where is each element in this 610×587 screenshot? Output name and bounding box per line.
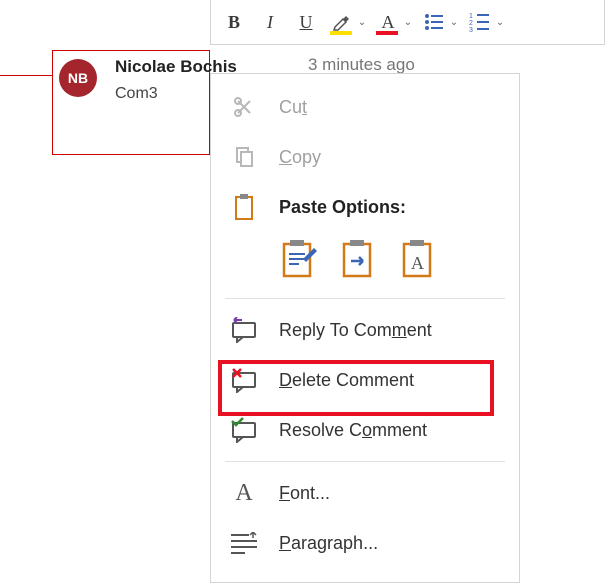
paste-keep-formatting[interactable] <box>277 236 321 282</box>
highlight-dropdown[interactable]: ⌄ <box>357 7 367 37</box>
menu-cut: Cut <box>211 82 519 132</box>
menu-separator <box>225 461 505 462</box>
menu-paragraph-label: Paragraph... <box>279 533 378 554</box>
menu-copy: Copy <box>211 132 519 182</box>
menu-copy-label: Copy <box>279 147 321 168</box>
reply-icon <box>229 315 259 345</box>
svg-text:2: 2 <box>469 20 473 27</box>
copy-icon <box>229 142 259 172</box>
comment-body: Com3 <box>115 85 158 103</box>
highlight-button[interactable] <box>327 7 357 37</box>
menu-resolve-label: Resolve Comment <box>279 420 427 441</box>
svg-text:A: A <box>411 253 424 273</box>
paste-text-only[interactable]: A <box>397 236 441 282</box>
paste-merge-formatting[interactable] <box>337 236 381 282</box>
numbering-dropdown[interactable]: ⌄ <box>495 7 505 37</box>
resolve-icon <box>229 415 259 445</box>
numbering-icon: 1 2 3 <box>469 11 491 33</box>
menu-cut-label: Cut <box>279 97 307 118</box>
menu-delete-label: Delete Comment <box>279 370 414 391</box>
paragraph-icon <box>229 528 259 558</box>
comment-connector-line <box>0 75 52 76</box>
menu-resolve-comment[interactable]: Resolve Comment <box>211 405 519 455</box>
svg-text:1: 1 <box>469 13 473 20</box>
comment-card[interactable]: NB Nicolae Bochis Com3 <box>52 50 210 155</box>
font-color-button[interactable]: A <box>373 7 403 37</box>
bold-button[interactable]: B <box>219 7 249 37</box>
bullets-dropdown[interactable]: ⌄ <box>449 7 459 37</box>
menu-paragraph[interactable]: Paragraph... <box>211 518 519 568</box>
font-icon: A <box>229 478 259 508</box>
delete-comment-icon <box>229 365 259 395</box>
paste-options-row: A <box>211 232 519 292</box>
paste-options-label: Paste Options: <box>279 197 406 218</box>
font-color-dropdown[interactable]: ⌄ <box>403 7 413 37</box>
menu-font[interactable]: A Font... <box>211 468 519 518</box>
italic-button[interactable]: I <box>255 7 285 37</box>
bullets-icon <box>423 11 445 33</box>
comment-timestamp: 3 minutes ago <box>308 55 415 75</box>
menu-reply-to-comment[interactable]: Reply To Comment <box>211 305 519 355</box>
menu-reply-label: Reply To Comment <box>279 320 432 341</box>
context-menu: Cut Copy Paste Options: A Reply To Comme… <box>210 73 520 583</box>
svg-text:3: 3 <box>469 27 473 33</box>
clipboard-icon <box>229 192 259 222</box>
numbering-button[interactable]: 1 2 3 <box>465 7 495 37</box>
menu-separator <box>225 298 505 299</box>
highlighter-icon <box>332 12 352 32</box>
bullets-button[interactable] <box>419 7 449 37</box>
avatar: NB <box>59 59 97 97</box>
menu-paste-options-header: Paste Options: <box>211 182 519 232</box>
mini-toolbar: B I U ⌄ A ⌄ ⌄ 1 2 3 <box>210 0 605 45</box>
menu-delete-comment[interactable]: Delete Comment <box>211 355 519 405</box>
underline-button[interactable]: U <box>291 7 321 37</box>
scissors-icon <box>229 92 259 122</box>
menu-font-label: Font... <box>279 483 330 504</box>
